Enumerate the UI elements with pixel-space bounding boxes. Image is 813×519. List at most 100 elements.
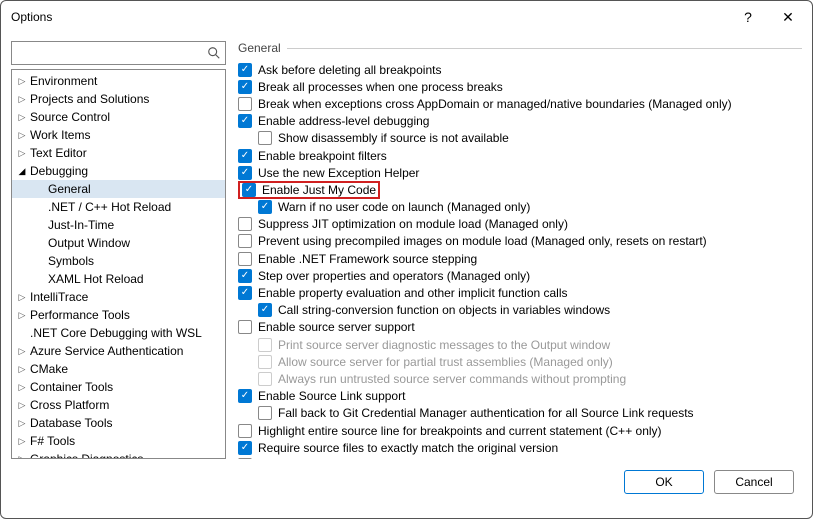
option-label: Ask before deleting all breakpoints: [258, 63, 441, 77]
chevron-right-icon[interactable]: ▷: [16, 94, 28, 105]
chevron-right-icon[interactable]: ▷: [16, 310, 28, 321]
tree-item-label: General: [48, 182, 91, 196]
tree-item-label: Graphics Diagnostics: [28, 452, 143, 459]
tree-item-label: Database Tools: [28, 416, 113, 430]
search-icon[interactable]: [203, 46, 225, 60]
help-button[interactable]: ?: [728, 1, 768, 33]
chevron-right-icon[interactable]: ▷: [16, 418, 28, 429]
tree-item[interactable]: ▷CMake: [12, 360, 225, 378]
checkbox: [258, 338, 272, 352]
tree-item[interactable]: ▷Source Control: [12, 108, 225, 126]
ok-button[interactable]: OK: [624, 470, 704, 494]
category-tree[interactable]: ▷Environment▷Projects and Solutions▷Sour…: [11, 69, 226, 459]
checkbox[interactable]: [238, 441, 252, 455]
checkbox[interactable]: [258, 200, 272, 214]
checkbox[interactable]: [238, 234, 252, 248]
titlebar: Options ? ✕: [1, 1, 812, 33]
chevron-down-icon[interactable]: ◢: [16, 166, 28, 177]
checkbox[interactable]: [238, 424, 252, 438]
checkbox[interactable]: [238, 149, 252, 163]
tree-item-label: F# Tools: [28, 434, 75, 448]
checkbox[interactable]: [238, 114, 252, 128]
tree-item[interactable]: ▷Environment: [12, 72, 225, 90]
option-label: Step over properties and operators (Mana…: [258, 269, 530, 283]
tree-item[interactable]: Just-In-Time: [12, 216, 225, 234]
checkbox[interactable]: [238, 97, 252, 111]
tree-item[interactable]: ▷Text Editor: [12, 144, 225, 162]
chevron-right-icon[interactable]: ▷: [16, 130, 28, 141]
option-row: Enable property evaluation and other imp…: [238, 284, 802, 301]
checkbox[interactable]: [238, 269, 252, 283]
option-label: Enable breakpoint filters: [258, 149, 387, 163]
tree-item[interactable]: General: [12, 180, 225, 198]
tree-item[interactable]: XAML Hot Reload: [12, 270, 225, 288]
tree-item[interactable]: ▷Azure Service Authentication: [12, 342, 225, 360]
chevron-right-icon[interactable]: ▷: [16, 292, 28, 303]
tree-item-label: Symbols: [48, 254, 94, 268]
option-row: Enable breakpoint filters: [238, 147, 802, 164]
checkbox[interactable]: [238, 63, 252, 77]
option-row: Call string-conversion function on objec…: [238, 302, 802, 319]
chevron-right-icon[interactable]: ▷: [16, 382, 28, 393]
checkbox[interactable]: [258, 303, 272, 317]
tree-item[interactable]: .NET / C++ Hot Reload: [12, 198, 225, 216]
checkbox: [258, 372, 272, 386]
checkbox[interactable]: [258, 406, 272, 420]
tree-item-label: IntelliTrace: [28, 290, 88, 304]
chevron-right-icon[interactable]: ▷: [16, 454, 28, 460]
close-button[interactable]: ✕: [768, 1, 808, 33]
cancel-button[interactable]: Cancel: [714, 470, 794, 494]
tree-item-label: Work Items: [28, 128, 90, 142]
tree-item[interactable]: ▷Cross Platform: [12, 396, 225, 414]
tree-item[interactable]: ▷Performance Tools: [12, 306, 225, 324]
chevron-right-icon[interactable]: ▷: [16, 346, 28, 357]
chevron-right-icon[interactable]: ▷: [16, 436, 28, 447]
checkbox[interactable]: [238, 286, 252, 300]
window-title: Options: [11, 10, 728, 24]
checkbox[interactable]: [258, 131, 272, 145]
tree-item[interactable]: ▷F# Tools: [12, 432, 225, 450]
chevron-right-icon[interactable]: ▷: [16, 76, 28, 87]
option-label: Enable .NET Framework source stepping: [258, 252, 477, 266]
option-label: Allow source server for partial trust as…: [278, 355, 613, 369]
option-row: Allow source server for partial trust as…: [238, 353, 802, 370]
option-label: Fall back to Git Credential Manager auth…: [278, 406, 694, 420]
tree-item[interactable]: Symbols: [12, 252, 225, 270]
search-input-wrap: [11, 41, 226, 65]
tree-item[interactable]: ▷Graphics Diagnostics: [12, 450, 225, 459]
chevron-right-icon[interactable]: ▷: [16, 364, 28, 375]
options-list[interactable]: Ask before deleting all breakpointsBreak…: [238, 61, 802, 459]
option-label: Enable Source Link support: [258, 389, 405, 403]
chevron-right-icon[interactable]: ▷: [16, 148, 28, 159]
tree-item-label: Text Editor: [28, 146, 87, 160]
checkbox[interactable]: [238, 166, 252, 180]
checkbox[interactable]: [238, 217, 252, 231]
option-label: Highlight entire source line for breakpo…: [258, 424, 662, 438]
tree-item-label: XAML Hot Reload: [48, 272, 144, 286]
tree-item[interactable]: ▷Container Tools: [12, 378, 225, 396]
checkbox[interactable]: [238, 80, 252, 94]
tree-item-label: Performance Tools: [28, 308, 130, 322]
checkbox[interactable]: [238, 389, 252, 403]
option-row: Print source server diagnostic messages …: [238, 336, 802, 353]
tree-item[interactable]: ▷Database Tools: [12, 414, 225, 432]
tree-item[interactable]: Output Window: [12, 234, 225, 252]
checkbox[interactable]: [242, 183, 256, 197]
tree-item-label: Source Control: [28, 110, 110, 124]
tree-item[interactable]: .NET Core Debugging with WSL: [12, 324, 225, 342]
tree-item[interactable]: ▷IntelliTrace: [12, 288, 225, 306]
chevron-right-icon[interactable]: ▷: [16, 400, 28, 411]
option-label: Enable address-level debugging: [258, 114, 429, 128]
search-input[interactable]: [12, 42, 203, 64]
checkbox[interactable]: [238, 252, 252, 266]
chevron-right-icon[interactable]: ▷: [16, 112, 28, 123]
tree-item[interactable]: ▷Work Items: [12, 126, 225, 144]
option-row: Enable .NET Framework source stepping: [238, 250, 802, 267]
tree-item[interactable]: ▷Projects and Solutions: [12, 90, 225, 108]
option-row: Use the new Exception Helper: [238, 164, 802, 181]
option-row: Always run untrusted source server comma…: [238, 370, 802, 387]
option-row: Enable Source Link support: [238, 388, 802, 405]
checkbox[interactable]: [238, 320, 252, 334]
checkbox[interactable]: [238, 458, 252, 459]
tree-item[interactable]: ◢Debugging: [12, 162, 225, 180]
